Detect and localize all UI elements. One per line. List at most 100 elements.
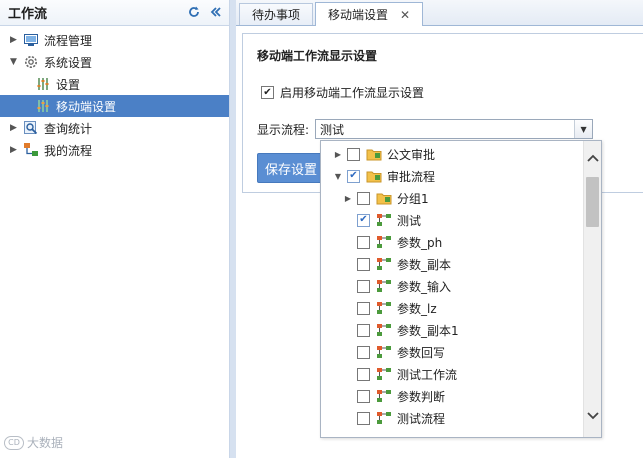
- app-root: 工作流 ▶ 流程管理 ▼ 系统设置 设置 移动端设置 ▶ 查询统计 ▶ 我的流程…: [0, 0, 643, 458]
- tree-item-label: 公文审批: [387, 147, 436, 162]
- chevron-up-icon[interactable]: [584, 149, 601, 167]
- sidebar-item-process-management[interactable]: ▶ 流程管理: [0, 29, 229, 51]
- tree-item[interactable]: 参数判断: [321, 385, 583, 407]
- tree-item[interactable]: ▼ ✔ 审批流程: [321, 165, 583, 187]
- watermark-logo-icon: CD: [4, 435, 24, 450]
- tree-item-checkbox[interactable]: [357, 257, 370, 271]
- enable-mobile-checkbox[interactable]: ✔: [261, 86, 274, 99]
- expand-arrow-icon[interactable]: ▶: [10, 35, 20, 45]
- sidebar-tools: [187, 5, 223, 19]
- tree-item-checkbox[interactable]: [357, 323, 370, 337]
- tree-item-label: 测试工作流: [397, 367, 458, 382]
- sidebar-item-query-stats[interactable]: ▶ 查询统计: [0, 117, 229, 139]
- collapse-icon[interactable]: [209, 5, 223, 19]
- folder-icon: [366, 169, 382, 183]
- collapse-arrow-icon[interactable]: ▼: [333, 172, 343, 181]
- flow-tree-icon: [23, 142, 39, 158]
- sidebar-item-mobile-settings[interactable]: 移动端设置: [0, 95, 229, 117]
- tree-item[interactable]: 参数_副本: [321, 253, 583, 275]
- collapse-arrow-icon[interactable]: ▼: [10, 57, 20, 67]
- dropdown-scrollbar[interactable]: [583, 141, 601, 437]
- tree-item[interactable]: ▶ 分组1: [321, 187, 583, 209]
- tree-item-checkbox[interactable]: [357, 411, 370, 425]
- tree-item[interactable]: 参数_lz: [321, 297, 583, 319]
- enable-mobile-row: ✔ 启用移动端工作流显示设置: [261, 84, 424, 101]
- sidebar-item-label: 系统设置: [44, 55, 93, 70]
- tree-item-label: 审批流程: [387, 169, 436, 184]
- tree-item-label: 测试流程: [397, 411, 446, 426]
- flow-icon: [376, 389, 392, 403]
- sliders-icon: [35, 76, 51, 92]
- tree-item[interactable]: 参数_ph: [321, 231, 583, 253]
- sliders-icon: [35, 98, 51, 114]
- chevron-down-icon[interactable]: [584, 407, 601, 425]
- close-icon[interactable]: ✕: [400, 8, 410, 22]
- expand-arrow-icon[interactable]: ▶: [10, 123, 20, 133]
- tab-todo[interactable]: 待办事项: [239, 3, 314, 25]
- tab-label: 待办事项: [252, 8, 301, 22]
- workflow-sidebar: 工作流 ▶ 流程管理 ▼ 系统设置 设置 移动端设置 ▶ 查询统计 ▶ 我的流程…: [0, 0, 230, 458]
- tree-item-checkbox[interactable]: [357, 279, 370, 293]
- tree-item[interactable]: 测试工作流: [321, 363, 583, 385]
- tree-item-checkbox[interactable]: ✔: [347, 169, 360, 183]
- tree-item-label: 参数_副本: [397, 257, 452, 272]
- tree-item-label: 分组1: [397, 191, 429, 206]
- folder-icon: [366, 147, 382, 161]
- panel-title: 移动端工作流显示设置: [257, 49, 378, 63]
- tree-item-label: 参数回写: [397, 345, 446, 360]
- tree-item[interactable]: 测试流程: [321, 407, 583, 429]
- display-process-select[interactable]: 测试 ▼: [315, 119, 594, 139]
- tree-item-label: 参数_副本1: [397, 323, 459, 338]
- sidebar-item-my-process[interactable]: ▶ 我的流程: [0, 139, 229, 161]
- tree-item-checkbox[interactable]: ✔: [357, 213, 370, 227]
- tree-item[interactable]: 参数_输入: [321, 275, 583, 297]
- flow-icon: [376, 301, 392, 315]
- expand-arrow-icon[interactable]: ▶: [10, 145, 20, 155]
- expand-arrow-icon[interactable]: ▶: [343, 194, 353, 203]
- refresh-icon[interactable]: [187, 5, 201, 19]
- tree-item-checkbox[interactable]: [357, 367, 370, 381]
- tab-mobile-settings[interactable]: 移动端设置 ✕: [315, 2, 424, 26]
- sidebar-item-system-settings[interactable]: ▼ 系统设置: [0, 51, 229, 73]
- sidebar-item-label: 查询统计: [44, 121, 93, 136]
- scrollbar-thumb[interactable]: [586, 177, 599, 227]
- chevron-down-icon[interactable]: ▼: [574, 120, 593, 138]
- sidebar-nav: ▶ 流程管理 ▼ 系统设置 设置 移动端设置 ▶ 查询统计 ▶ 我的流程: [0, 26, 229, 161]
- tab-label: 移动端设置: [328, 8, 389, 22]
- enable-mobile-label: 启用移动端工作流显示设置: [280, 86, 425, 100]
- watermark-text: 大数据: [27, 436, 64, 450]
- tree-item-label: 参数判断: [397, 389, 446, 404]
- monitor-icon: [23, 32, 39, 48]
- sidebar-title: 工作流: [8, 7, 48, 22]
- flow-icon: [376, 235, 392, 249]
- tree-item[interactable]: 参数回写: [321, 341, 583, 363]
- process-tree: ▶ 公文审批 ▼ ✔ 审批流程 ▶ 分组1 ✔ 测试 参数_ph 参数_副本 参…: [321, 143, 583, 429]
- sidebar-header: 工作流: [0, 0, 229, 26]
- gear-icon: [23, 54, 39, 70]
- tree-item-checkbox[interactable]: [357, 345, 370, 359]
- flow-icon: [376, 257, 392, 271]
- flow-icon: [376, 213, 392, 227]
- sidebar-item-settings[interactable]: 设置: [0, 73, 229, 95]
- tree-item-checkbox[interactable]: [357, 301, 370, 315]
- tree-item-label: 参数_lz: [397, 301, 437, 316]
- tree-item-checkbox[interactable]: [347, 147, 360, 161]
- tree-item-checkbox[interactable]: [357, 191, 370, 205]
- tab-bar: 待办事项 移动端设置 ✕: [236, 0, 643, 26]
- select-value: 测试: [320, 122, 345, 137]
- magnifier-chart-icon: [23, 120, 39, 136]
- process-tree-dropdown: ▶ 公文审批 ▼ ✔ 审批流程 ▶ 分组1 ✔ 测试 参数_ph 参数_副本 参…: [320, 140, 602, 438]
- display-process-row: 显示流程: 测试 ▼: [257, 119, 594, 139]
- tree-item-checkbox[interactable]: [357, 389, 370, 403]
- expand-arrow-icon[interactable]: ▶: [333, 150, 343, 159]
- sidebar-item-label: 设置: [56, 77, 81, 92]
- tree-item[interactable]: ▶ 公文审批: [321, 143, 583, 165]
- tree-item[interactable]: ✔ 测试: [321, 209, 583, 231]
- flow-icon: [376, 323, 392, 337]
- sidebar-item-label: 流程管理: [44, 33, 93, 48]
- flow-icon: [376, 279, 392, 293]
- tree-item[interactable]: 参数_副本1: [321, 319, 583, 341]
- tree-item-checkbox[interactable]: [357, 235, 370, 249]
- tree-item-label: 测试: [397, 213, 422, 228]
- watermark: CD 大数据: [4, 434, 63, 451]
